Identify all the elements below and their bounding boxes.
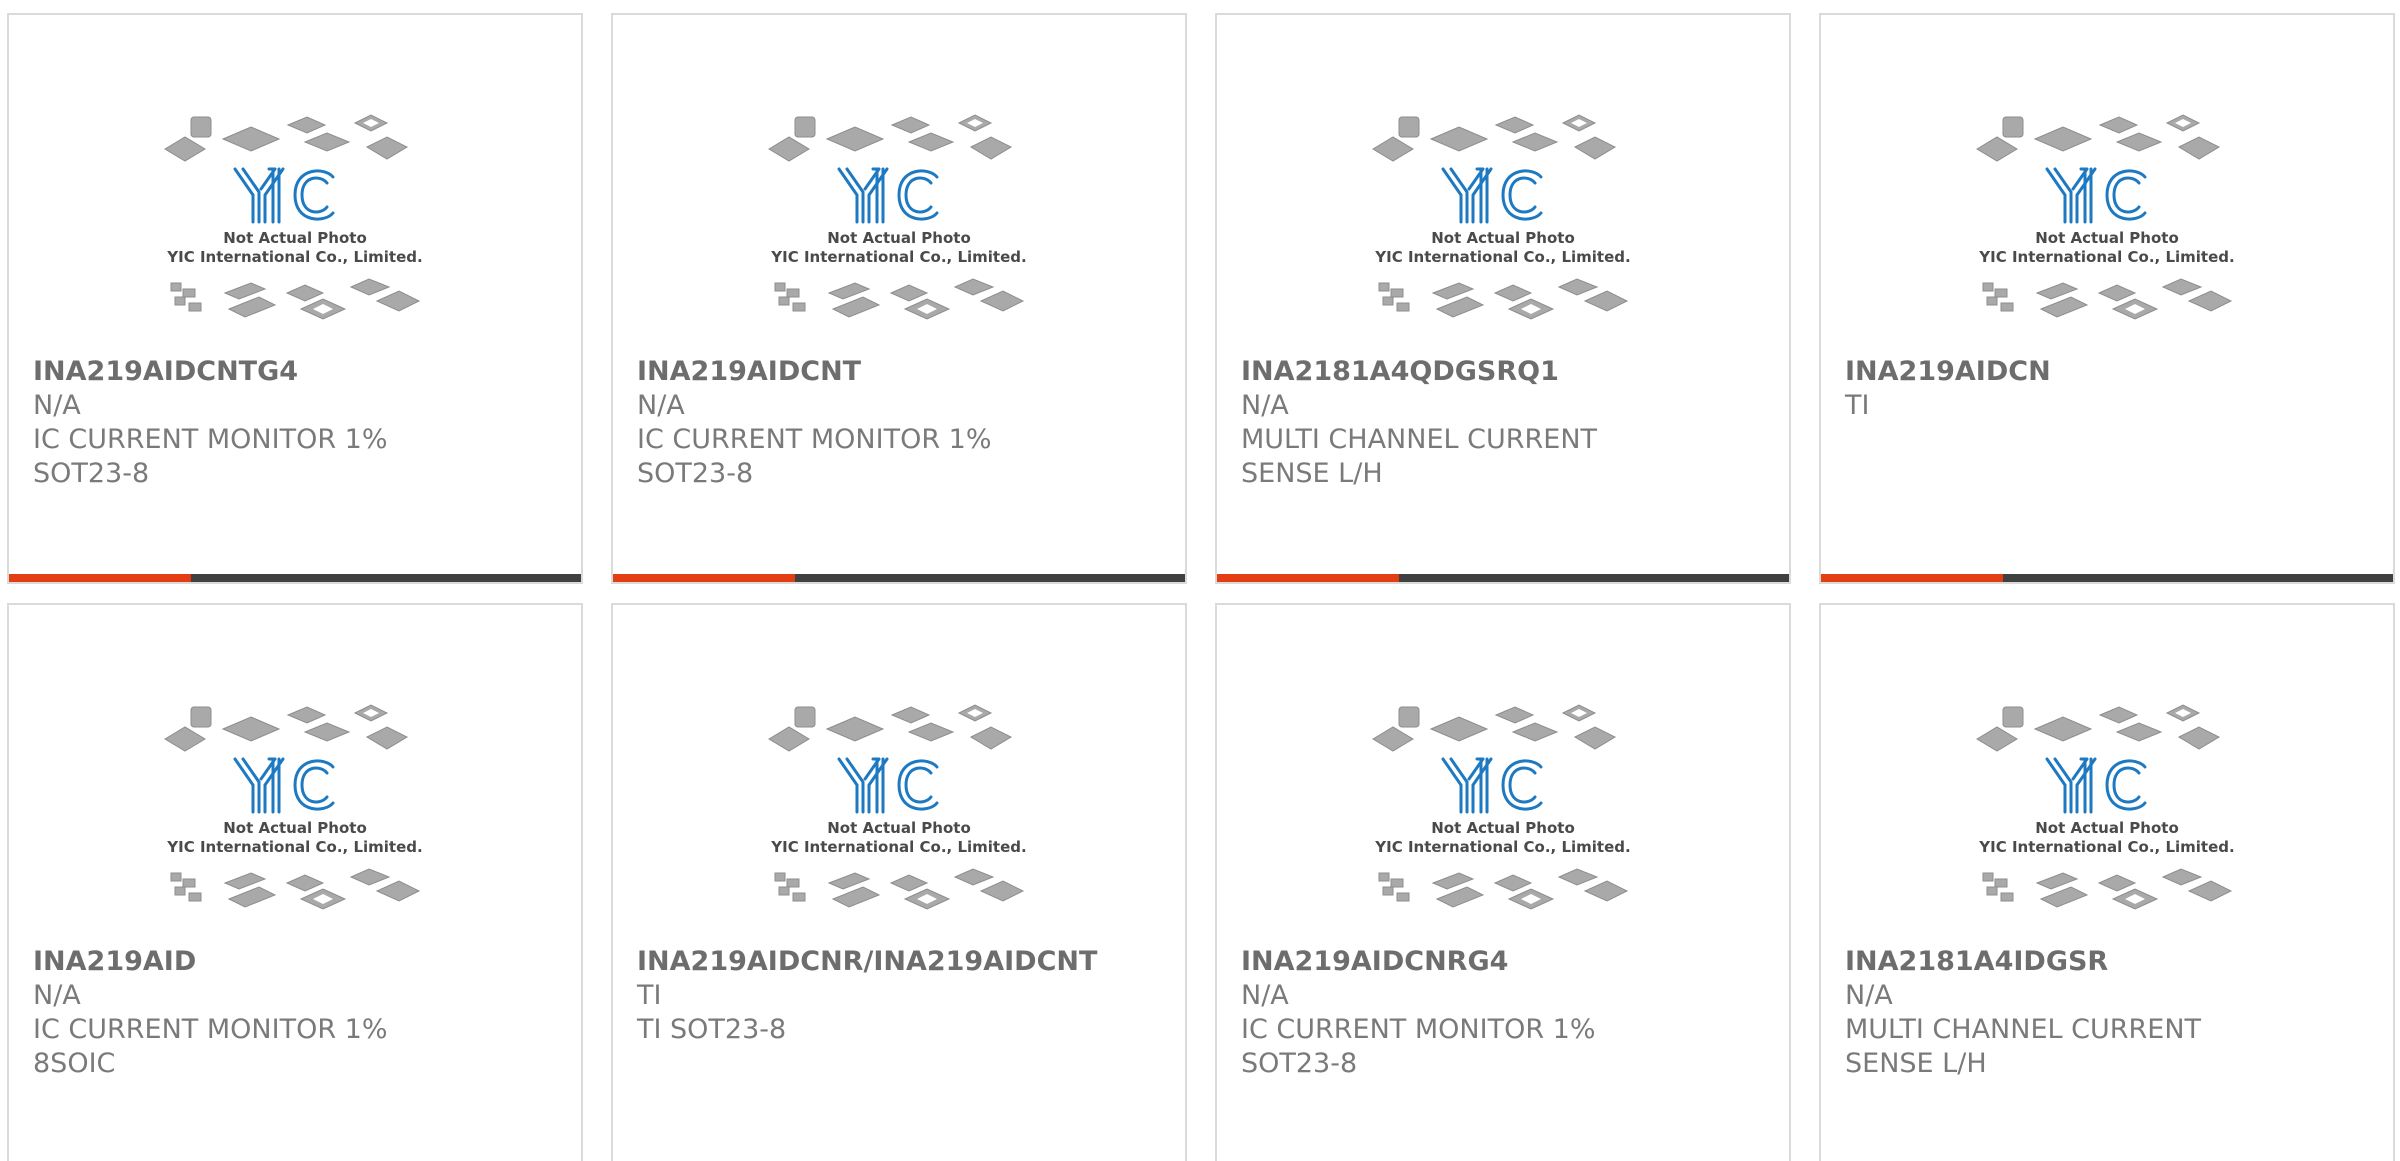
part-number[interactable]: INA219AIDCNR/INA219AIDCNT — [637, 945, 1175, 979]
description-line1: IC CURRENT MONITOR 1% — [637, 424, 992, 455]
product-grid: Not Actual Photo YIC International Co., … — [0, 0, 2400, 1161]
description-line2: SOT23-8 — [637, 458, 754, 489]
description-line1: IC CURRENT MONITOR 1% — [1241, 1014, 1596, 1045]
description-line2: SENSE L/H — [1241, 458, 1383, 489]
product-image[interactable]: Not Actual Photo YIC International Co., … — [1217, 97, 1789, 362]
manufacturer: N/A — [33, 390, 81, 421]
product-card[interactable]: Not Actual Photo YIC International Co., … — [7, 603, 583, 1161]
product-card[interactable]: Not Actual Photo YIC International Co., … — [7, 13, 583, 584]
product-image[interactable]: Not Actual Photo YIC International Co., … — [1821, 97, 2393, 362]
part-number[interactable]: INA2181A4QDGSRQ1 — [1241, 355, 1779, 389]
description-line2: 8SOIC — [33, 1048, 116, 1079]
product-card[interactable]: Not Actual Photo YIC International Co., … — [1215, 13, 1791, 584]
description-line1: MULTI CHANNEL CURRENT — [1241, 424, 1598, 455]
caption-line2: YIC International Co., Limited. — [166, 248, 422, 266]
description-line1: MULTI CHANNEL CURRENT — [1845, 1014, 2202, 1045]
product-image[interactable]: Not Actual Photo YIC International Co., … — [613, 97, 1185, 362]
caption-line2: YIC International Co., Limited. — [1374, 838, 1630, 856]
product-info: INA219AIDCNRG4 N/A IC CURRENT MONITOR 1%… — [1241, 945, 1779, 1081]
product-image[interactable]: Not Actual Photo YIC International Co., … — [613, 687, 1185, 952]
description-line2: SOT23-8 — [1241, 1048, 1358, 1079]
product-image[interactable]: Not Actual Photo YIC International Co., … — [9, 687, 581, 952]
not-actual-photo-image: Not Actual Photo YIC International Co., … — [768, 114, 1027, 320]
yic-logo-icon — [2045, 167, 2147, 224]
yic-logo-icon — [1441, 757, 1543, 814]
product-info: INA219AID N/A IC CURRENT MONITOR 1% 8SOI… — [33, 945, 571, 1081]
yic-logo-icon — [1441, 167, 1543, 224]
caption-line2: YIC International Co., Limited. — [770, 838, 1026, 856]
part-number[interactable]: INA219AIDCNT — [637, 355, 1175, 389]
product-image[interactable]: Not Actual Photo YIC International Co., … — [9, 97, 581, 362]
not-actual-photo-image: Not Actual Photo YIC International Co., … — [768, 704, 1027, 910]
card-accent-bar — [9, 574, 191, 582]
caption-line1: Not Actual Photo — [827, 229, 971, 247]
caption-line1: Not Actual Photo — [2035, 229, 2179, 247]
product-card[interactable]: Not Actual Photo YIC International Co., … — [611, 13, 1187, 584]
caption-line1: Not Actual Photo — [1431, 819, 1575, 837]
manufacturer: N/A — [1241, 390, 1289, 421]
card-bottom-bar — [613, 574, 1185, 582]
manufacturer: N/A — [33, 980, 81, 1011]
product-image[interactable]: Not Actual Photo YIC International Co., … — [1217, 687, 1789, 952]
part-number[interactable]: INA219AIDCN — [1845, 355, 2383, 389]
product-card[interactable]: Not Actual Photo YIC International Co., … — [1819, 603, 2395, 1161]
description-line1: IC CURRENT MONITOR 1% — [33, 1014, 388, 1045]
part-number[interactable]: INA219AIDCNRG4 — [1241, 945, 1779, 979]
yic-logo-icon — [233, 167, 335, 224]
manufacturer: N/A — [637, 390, 685, 421]
product-card[interactable]: Not Actual Photo YIC International Co., … — [1819, 13, 2395, 584]
description-line1: IC CURRENT MONITOR 1% — [33, 424, 388, 455]
not-actual-photo-image: Not Actual Photo YIC International Co., … — [1976, 704, 2235, 910]
card-accent-bar — [1217, 574, 1399, 582]
manufacturer: N/A — [1845, 980, 1893, 1011]
caption-line2: YIC International Co., Limited. — [166, 838, 422, 856]
product-card[interactable]: Not Actual Photo YIC International Co., … — [611, 603, 1187, 1161]
card-bottom-bar — [1821, 574, 2393, 582]
not-actual-photo-image: Not Actual Photo YIC International Co., … — [164, 114, 423, 320]
part-number[interactable]: INA219AID — [33, 945, 571, 979]
yic-logo-icon — [2045, 757, 2147, 814]
description-line1: TI SOT23-8 — [637, 1014, 787, 1045]
caption-line2: YIC International Co., Limited. — [770, 248, 1026, 266]
caption-line2: YIC International Co., Limited. — [1978, 248, 2234, 266]
product-info: INA219AIDCNTG4 N/A IC CURRENT MONITOR 1%… — [33, 355, 571, 491]
product-info: INA2181A4QDGSRQ1 N/A MULTI CHANNEL CURRE… — [1241, 355, 1779, 491]
not-actual-photo-image: Not Actual Photo YIC International Co., … — [1372, 704, 1631, 910]
description-line2: SENSE L/H — [1845, 1048, 1987, 1079]
caption-line1: Not Actual Photo — [2035, 819, 2179, 837]
yic-logo-icon — [837, 757, 939, 814]
not-actual-photo-image: Not Actual Photo YIC International Co., … — [1976, 114, 2235, 320]
product-card[interactable]: Not Actual Photo YIC International Co., … — [1215, 603, 1791, 1161]
yic-logo-icon — [233, 757, 335, 814]
product-info: INA219AIDCN TI — [1845, 355, 2383, 423]
caption-line1: Not Actual Photo — [827, 819, 971, 837]
card-accent-bar — [1821, 574, 2003, 582]
description-line2: SOT23-8 — [33, 458, 150, 489]
caption-line2: YIC International Co., Limited. — [1374, 248, 1630, 266]
manufacturer: N/A — [1241, 980, 1289, 1011]
card-bottom-bar — [9, 574, 581, 582]
caption-line1: Not Actual Photo — [223, 819, 367, 837]
card-accent-bar — [613, 574, 795, 582]
product-info: INA219AIDCNT N/A IC CURRENT MONITOR 1% S… — [637, 355, 1175, 491]
caption-line1: Not Actual Photo — [1431, 229, 1575, 247]
caption-line1: Not Actual Photo — [223, 229, 367, 247]
product-image[interactable]: Not Actual Photo YIC International Co., … — [1821, 687, 2393, 952]
part-number[interactable]: INA2181A4IDGSR — [1845, 945, 2383, 979]
manufacturer: TI — [637, 980, 662, 1011]
not-actual-photo-image: Not Actual Photo YIC International Co., … — [1372, 114, 1631, 320]
product-info: INA2181A4IDGSR N/A MULTI CHANNEL CURRENT… — [1845, 945, 2383, 1081]
part-number[interactable]: INA219AIDCNTG4 — [33, 355, 571, 389]
not-actual-photo-image: Not Actual Photo YIC International Co., … — [164, 704, 423, 910]
caption-line2: YIC International Co., Limited. — [1978, 838, 2234, 856]
manufacturer: TI — [1845, 390, 1870, 421]
card-bottom-bar — [1217, 574, 1789, 582]
yic-logo-icon — [837, 167, 939, 224]
product-info: INA219AIDCNR/INA219AIDCNT TI TI SOT23-8 — [637, 945, 1175, 1047]
